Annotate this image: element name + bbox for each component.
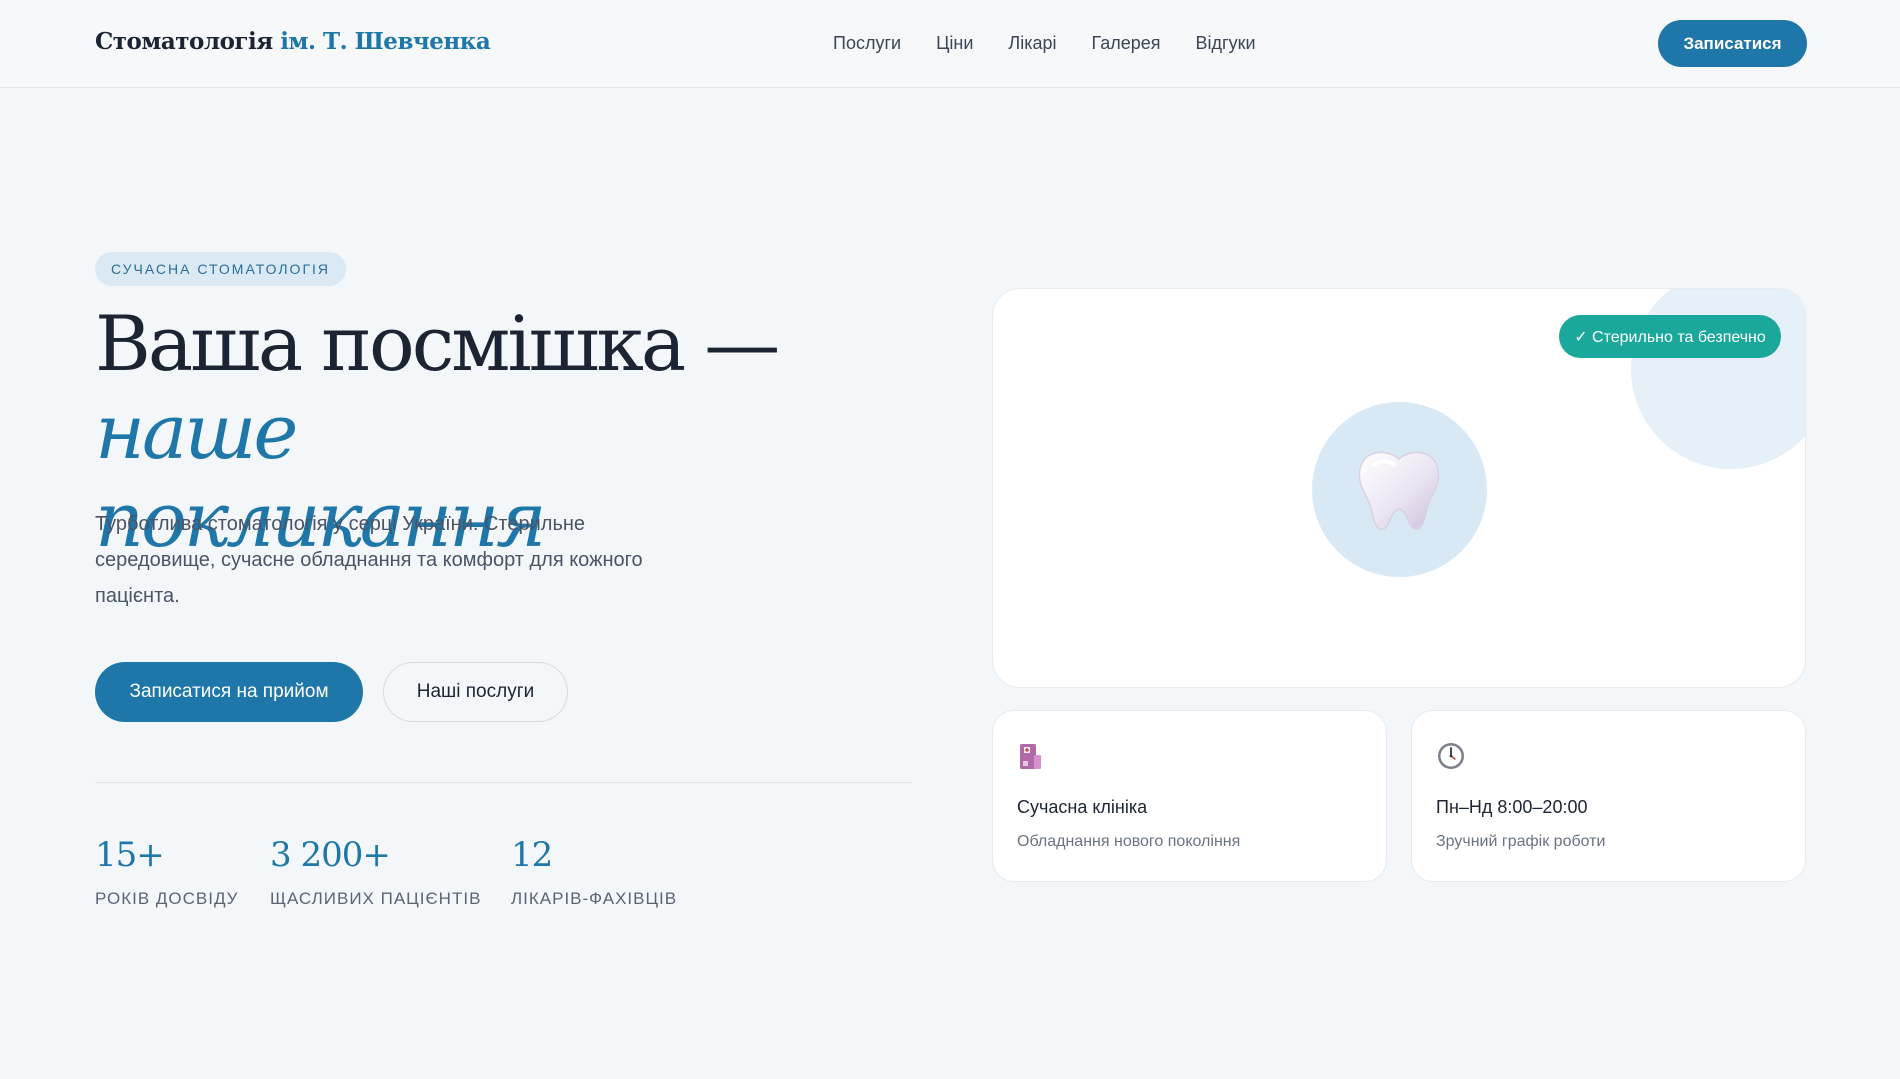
feature-subtitle: Зручний графік роботи (1436, 833, 1606, 850)
book-appointment-button[interactable]: Записатися на прийом (95, 662, 363, 722)
brand-logo[interactable]: Стоматологія ім. Т. Шевченка (95, 28, 491, 55)
hero-title-main: Ваша посмішка — (95, 299, 780, 388)
main-nav: Послуги Ціни Лікарі Галерея Відгуки (833, 33, 1256, 54)
nav-link-gallery[interactable]: Галерея (1092, 33, 1161, 54)
nav-link-reviews[interactable]: Відгуки (1196, 33, 1256, 54)
nav-link-prices[interactable]: Ціни (936, 33, 973, 54)
feature-title: Пн–Нд 8:00–20:00 (1436, 797, 1588, 817)
brand-name: Стоматологія (95, 28, 273, 55)
stat-label: РОКІВ ДОСВІДУ (95, 889, 239, 908)
sterile-badge: ✓ Стерильно та безпечно (1559, 315, 1781, 358)
stat-value: 3 200+ (270, 835, 391, 875)
stat-label: ЩАСЛИВИХ ПАЦІЄНТІВ (270, 889, 482, 908)
hero-eyebrow-badge: СУЧАСНА СТОМАТОЛОГІЯ (95, 252, 347, 286)
stat-doctors: 12 ЛІКАРІВ-ФАХІВЦІВ (511, 835, 677, 909)
stat-value: 15+ (95, 835, 165, 875)
brand-name-accent: ім. Т. Шевченка (280, 28, 491, 55)
clinic-building-icon (1020, 744, 1041, 769)
site-header: Стоматологія ім. Т. Шевченка Послуги Цін… (0, 0, 1900, 88)
tooth-circle (1312, 402, 1487, 577)
stat-label: ЛІКАРІВ-ФАХІВЦІВ (511, 889, 678, 908)
feature-subtitle: Обладнання нового покоління (1017, 833, 1241, 850)
header-signup-button[interactable]: Записатися (1658, 20, 1807, 67)
feature-title: Сучасна клініка (1017, 797, 1148, 817)
feature-card-hours: Пн–Нд 8:00–20:00 Зручний графік роботи (1411, 710, 1806, 882)
clock-icon (1438, 743, 1464, 769)
hero-description: Турботлива стоматологія у серці України.… (95, 513, 643, 607)
stat-patients: 3 200+ ЩАСЛИВИХ ПАЦІЄНТІВ (270, 835, 481, 909)
tooth-icon (1358, 451, 1440, 530)
stats-divider (95, 782, 912, 783)
stat-value: 12 (511, 835, 553, 875)
our-services-button[interactable]: Наші послуги (383, 662, 568, 722)
hero-title-emphasis-1: наше (95, 387, 298, 476)
feature-card-clinic: Сучасна клініка Обладнання нового поколі… (992, 710, 1387, 882)
stat-years: 15+ РОКІВ ДОСВІДУ (95, 835, 238, 909)
nav-link-doctors[interactable]: Лікарі (1008, 33, 1056, 54)
hero-visual-card: ✓ Стерильно та безпечно (992, 288, 1806, 688)
nav-link-services[interactable]: Послуги (833, 33, 901, 54)
